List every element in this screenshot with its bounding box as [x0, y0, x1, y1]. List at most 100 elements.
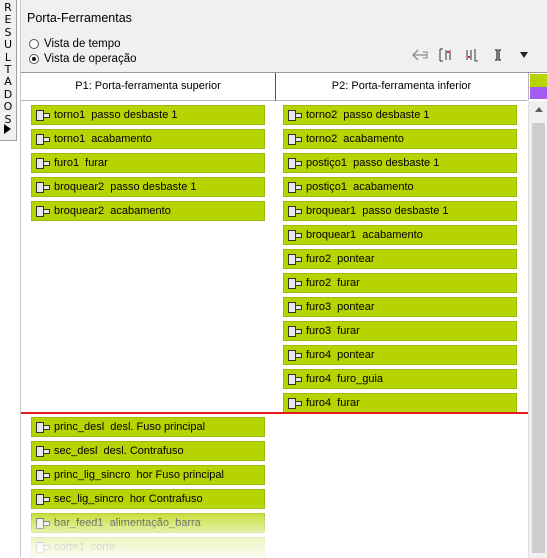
tab-letter: O	[3, 100, 13, 114]
operation-item[interactable]: furo4 furo_guia	[283, 369, 517, 389]
operation-tool-icon	[36, 541, 50, 553]
operation-tool-icon	[36, 517, 50, 529]
operation-item[interactable]: bar_feed1 alimentação_barra	[31, 513, 265, 533]
operation-tool-icon	[36, 109, 50, 121]
operation-label: furo4 furo_guia	[306, 373, 384, 385]
operation-tool-icon	[288, 229, 302, 241]
operation-label: furo3 pontear	[306, 301, 375, 313]
operations-grid: P1: Porta-ferramenta superior P2: Porta-…	[21, 72, 547, 558]
operation-label: furo4 pontear	[306, 349, 375, 361]
legend-operation-swatch	[530, 74, 547, 87]
operation-item[interactable]: torno1 passo desbaste 1	[31, 105, 265, 125]
operation-label: furo2 furar	[306, 277, 360, 289]
operation-tool-icon	[36, 205, 50, 217]
operation-item[interactable]: furo1 furar	[31, 153, 265, 173]
operation-label: broquear1 acabamento	[306, 229, 423, 241]
operation-label: princ_lig_sincro hor Fuso principal	[54, 469, 224, 481]
operation-item[interactable]: furo4 pontear	[283, 345, 517, 365]
operation-tool-icon	[288, 325, 302, 337]
operation-item[interactable]: torno2 passo desbaste 1	[283, 105, 517, 125]
operation-item[interactable]: postiço1 passo desbaste 1	[283, 153, 517, 173]
bracket-icon[interactable]	[488, 46, 508, 64]
operation-label: torno2 acabamento	[306, 133, 404, 145]
operation-tool-icon	[36, 445, 50, 457]
operation-tool-icon	[288, 181, 302, 193]
operation-item[interactable]: corte1 corte	[31, 537, 265, 557]
operation-label: torno2 passo desbaste 1	[306, 109, 430, 121]
operation-label: furo1 furar	[54, 157, 108, 169]
panel-title: Porta-Ferramentas	[27, 11, 132, 25]
tool-holders-panel: Porta-Ferramentas Vista de tempo Vista d…	[20, 0, 547, 558]
radio-selected-icon[interactable]	[29, 54, 39, 64]
operation-label: bar_feed1 alimentação_barra	[54, 517, 201, 529]
operation-label: torno1 acabamento	[54, 133, 152, 145]
operation-view-label: Vista de operação	[44, 53, 137, 65]
operation-label: princ_desl desl. Fuso principal	[54, 421, 206, 433]
operation-item[interactable]: torno2 acabamento	[283, 129, 517, 149]
operation-label: postiço1 acabamento	[306, 181, 414, 193]
operation-item[interactable]: sec_desl desl. Contrafuso	[31, 441, 265, 461]
toolbar	[410, 46, 534, 64]
operation-label: broquear2 passo desbaste 1	[54, 181, 197, 193]
sync-separator-line	[21, 412, 528, 414]
operation-label: torno1 passo desbaste 1	[54, 109, 178, 121]
column-header-p1[interactable]: P1: Porta-ferramenta superior	[21, 73, 276, 101]
operation-label: furo2 pontear	[306, 253, 375, 265]
radio-circle-icon[interactable]	[29, 39, 39, 49]
operation-label: broquear1 passo desbaste 1	[306, 205, 449, 217]
operation-tool-icon	[288, 349, 302, 361]
color-legend	[528, 73, 547, 100]
operation-item[interactable]: broquear2 acabamento	[31, 201, 265, 221]
operation-item[interactable]: princ_desl desl. Fuso principal	[31, 417, 265, 437]
vertical-scrollbar[interactable]	[528, 101, 547, 558]
operation-tool-icon	[288, 277, 302, 289]
operation-item[interactable]: postiço1 acabamento	[283, 177, 517, 197]
operation-tool-icon	[288, 301, 302, 313]
operation-label: furo4 furar	[306, 397, 360, 409]
operation-item[interactable]: furo4 furar	[283, 393, 517, 413]
column-header-p2[interactable]: P2: Porta-ferramenta inferior	[276, 73, 527, 101]
operation-item[interactable]: furo2 furar	[283, 273, 517, 293]
expand-arrow-icon[interactable]	[4, 124, 11, 134]
operation-tool-icon	[36, 469, 50, 481]
tab-letter: U	[3, 38, 13, 52]
operation-label: furo3 furar	[306, 325, 360, 337]
time-view-radio[interactable]: Vista de tempo	[29, 38, 121, 50]
dropdown-icon[interactable]	[514, 46, 534, 64]
operation-tool-icon	[288, 397, 302, 409]
operation-tool-icon	[36, 157, 50, 169]
operation-tool-icon	[288, 157, 302, 169]
sync-start-icon[interactable]	[436, 46, 456, 64]
operation-label: postiço1 passo desbaste 1	[306, 157, 440, 169]
operation-tool-icon	[288, 373, 302, 385]
results-side-tab[interactable]: R E S U L T A D O S	[0, 0, 17, 141]
operation-item[interactable]: sec_lig_sincro hor Contrafuso	[31, 489, 265, 509]
operation-item[interactable]: princ_lig_sincro hor Fuso principal	[31, 465, 265, 485]
operation-item[interactable]: furo2 pontear	[283, 249, 517, 269]
operation-view-radio[interactable]: Vista de operação	[29, 53, 137, 65]
operation-tool-icon	[36, 181, 50, 193]
operation-tool-icon	[288, 205, 302, 217]
operation-label: sec_lig_sincro hor Contrafuso	[54, 493, 203, 505]
operation-item[interactable]: torno1 acabamento	[31, 129, 265, 149]
operation-item[interactable]: furo3 pontear	[283, 297, 517, 317]
operation-tool-icon	[288, 133, 302, 145]
operation-tool-icon	[288, 109, 302, 121]
tab-letter: A	[4, 75, 12, 89]
time-view-label: Vista de tempo	[44, 38, 121, 50]
scroll-thumb[interactable]	[532, 123, 545, 553]
operation-item[interactable]: broquear1 passo desbaste 1	[283, 201, 517, 221]
operation-item[interactable]: broquear2 passo desbaste 1	[31, 177, 265, 197]
tab-letter: E	[4, 13, 12, 27]
operation-tool-icon	[288, 253, 302, 265]
operation-item[interactable]: broquear1 acabamento	[283, 225, 517, 245]
operation-label: broquear2 acabamento	[54, 205, 171, 217]
operation-label: sec_desl desl. Contrafuso	[54, 445, 184, 457]
arrow-left-icon[interactable]	[410, 46, 430, 64]
operation-tool-icon	[36, 421, 50, 433]
operation-item[interactable]: furo3 furar	[283, 321, 517, 341]
operation-tool-icon	[36, 133, 50, 145]
sync-end-icon[interactable]	[462, 46, 482, 64]
scroll-up-icon[interactable]	[535, 107, 543, 112]
operation-tool-icon	[36, 493, 50, 505]
